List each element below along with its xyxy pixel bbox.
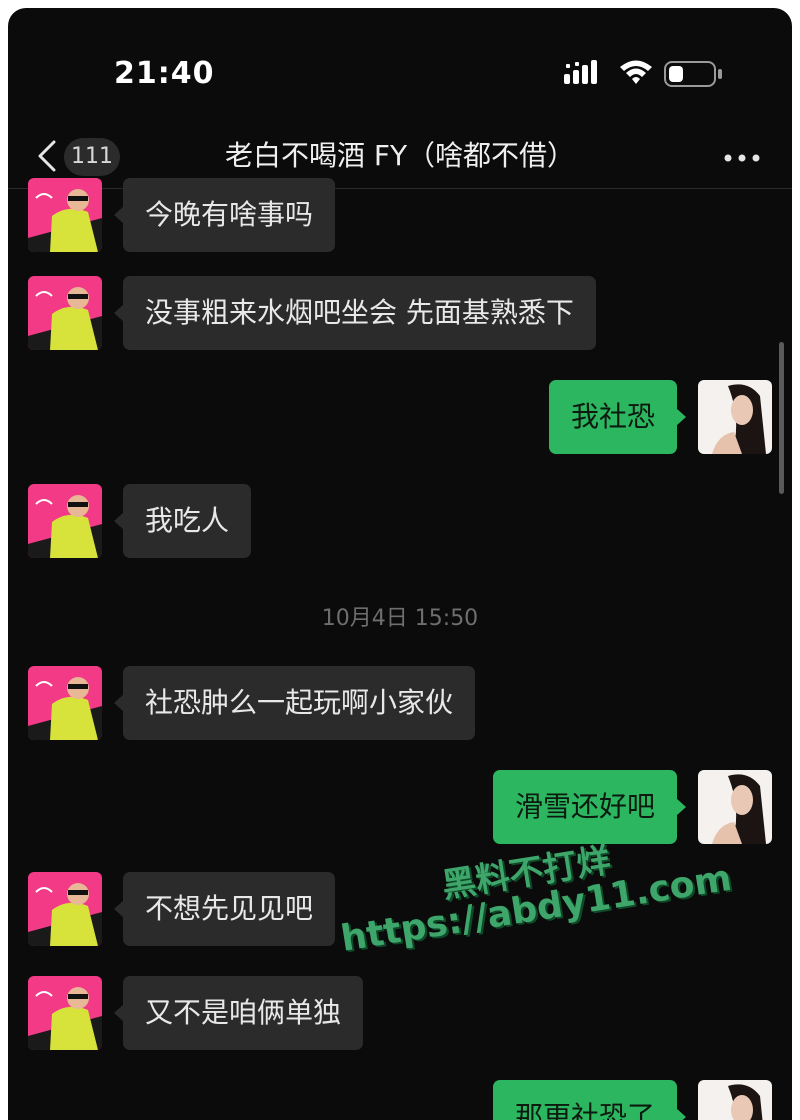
bubble-tail xyxy=(676,408,686,426)
message-row: 没事粗来水烟吧坐会 先面基熟悉下 xyxy=(8,276,792,350)
message-bubble-incoming[interactable]: 我吃人 xyxy=(123,484,252,558)
self-avatar[interactable] xyxy=(698,380,772,454)
message-row: 那更社恐了 xyxy=(8,1080,792,1120)
scrollbar[interactable] xyxy=(779,342,784,494)
contact-avatar[interactable] xyxy=(28,484,102,558)
contact-avatar[interactable] xyxy=(28,872,102,946)
contact-avatar[interactable] xyxy=(28,178,102,252)
more-dots-icon[interactable] xyxy=(724,154,760,162)
message-bubble-outgoing[interactable]: 那更社恐了 xyxy=(492,1080,677,1120)
contact-avatar[interactable] xyxy=(28,666,102,740)
message-timestamp: 10月4日 15:50 xyxy=(321,606,479,631)
battery-icon xyxy=(664,61,722,87)
chat-screen: 21:40 111 老白不喝酒 FY（啥都不借） 今晚有啥事吗 没事粗来水烟吧坐… xyxy=(8,8,792,1120)
message-bubble-incoming[interactable]: 又不是咱俩单独 xyxy=(123,976,364,1050)
message-row: 社恐肿么一起玩啊小家伙 xyxy=(8,666,792,740)
signal-icon xyxy=(564,60,597,84)
status-icons xyxy=(564,58,734,88)
self-avatar[interactable] xyxy=(698,1080,772,1120)
chevron-left-icon[interactable] xyxy=(36,140,58,172)
wifi-icon xyxy=(620,60,652,84)
bubble-tail xyxy=(676,1108,686,1120)
message-row: 今晚有啥事吗 xyxy=(8,178,792,252)
contact-avatar[interactable] xyxy=(28,976,102,1050)
unread-count-badge[interactable]: 111 xyxy=(64,138,120,176)
message-bubble-incoming[interactable]: 没事粗来水烟吧坐会 先面基熟悉下 xyxy=(123,276,596,350)
contact-avatar[interactable] xyxy=(28,276,102,350)
message-row: 我吃人 xyxy=(8,484,792,558)
message-bubble-incoming[interactable]: 不想先见见吧 xyxy=(123,872,336,946)
message-bubble-incoming[interactable]: 社恐肿么一起玩啊小家伙 xyxy=(123,666,476,740)
message-row: 我社恐 xyxy=(8,380,792,454)
chat-title: 老白不喝酒 FY（啥都不借） xyxy=(224,139,576,172)
status-time: 21:40 xyxy=(114,56,215,91)
message-bubble-outgoing[interactable]: 我社恐 xyxy=(548,380,677,454)
message-bubble-incoming[interactable]: 今晚有啥事吗 xyxy=(123,178,336,252)
